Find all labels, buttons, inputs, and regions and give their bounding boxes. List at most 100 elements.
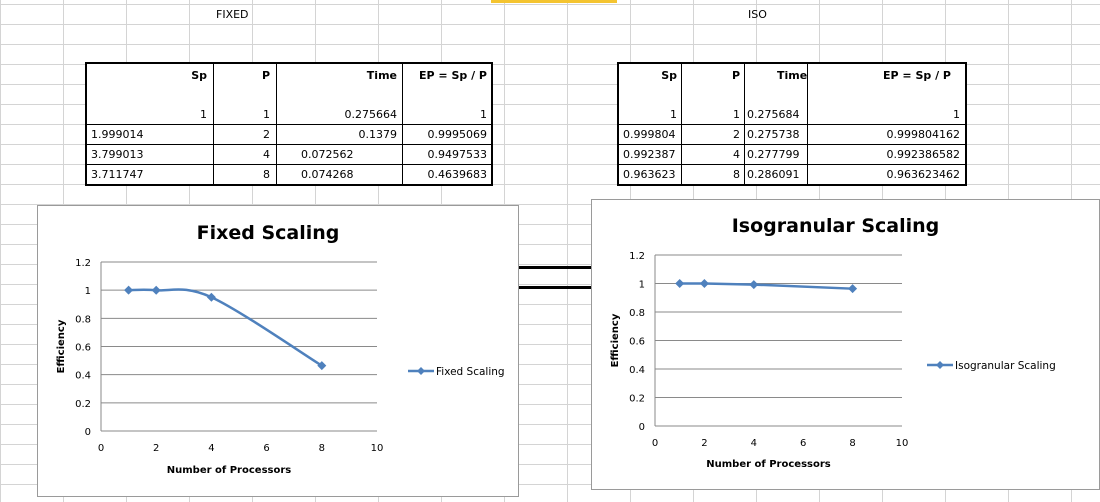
cell-sp[interactable]: 1 bbox=[619, 105, 677, 125]
table-row: 0.999804 2 0.275738 0.999804162 bbox=[619, 125, 965, 145]
cell-sp[interactable]: 0.992387 bbox=[623, 145, 681, 165]
isogranular-scaling-chart[interactable]: Isogranular Scaling 0 0.2 0.4 0.6 0.8 1 1.2 0 2 4 6… bbox=[591, 199, 1100, 490]
cell-p[interactable]: 4 bbox=[214, 145, 270, 165]
selected-cell-indicator[interactable] bbox=[491, 0, 617, 3]
cell-p[interactable]: 8 bbox=[214, 165, 270, 185]
cell-ep[interactable]: 1 bbox=[808, 105, 960, 125]
cell-sp[interactable]: 1.999014 bbox=[91, 125, 207, 145]
y-tick-label: 1 bbox=[639, 280, 645, 291]
x-tick-label: 4 bbox=[751, 438, 757, 449]
cell-sp[interactable]: 3.711747 bbox=[91, 165, 207, 185]
y-tick-label: 0.8 bbox=[629, 308, 645, 319]
y-tick-label: 0 bbox=[639, 422, 645, 433]
header-ep[interactable]: EP = Sp / P bbox=[403, 66, 487, 86]
cell-ep[interactable]: 0.963623462 bbox=[808, 165, 960, 185]
y-tick-label: 1.2 bbox=[629, 251, 645, 262]
x-tick-label: 6 bbox=[800, 438, 806, 449]
legend-marker bbox=[417, 367, 425, 375]
x-axis-label: Number of Processors bbox=[706, 459, 831, 470]
table-row: 3.711747 8 0.074268 0.4639683 bbox=[87, 165, 491, 185]
cell-time[interactable]: 0.275684 bbox=[747, 105, 807, 125]
x-tick-label: 4 bbox=[208, 443, 214, 454]
y-tick-label: 0 bbox=[85, 427, 91, 438]
iso-section-label[interactable]: ISO bbox=[748, 8, 767, 21]
cell-p[interactable]: 2 bbox=[214, 125, 270, 145]
y-tick-label: 0.8 bbox=[75, 314, 91, 325]
header-p[interactable]: P bbox=[214, 66, 270, 86]
table-row: 1 1 0.275664 1 bbox=[87, 105, 491, 125]
cell-p[interactable]: 1 bbox=[682, 105, 740, 125]
table-header-row: Sp P Time EP = Sp / P bbox=[87, 66, 491, 86]
x-tick-label: 8 bbox=[849, 438, 855, 449]
header-sp[interactable]: Sp bbox=[619, 66, 677, 86]
legend-label: Fixed Scaling bbox=[436, 366, 505, 378]
cell-ep[interactable]: 0.992386582 bbox=[808, 145, 960, 165]
cell-time[interactable]: 0.275664 bbox=[277, 105, 398, 125]
header-ep[interactable]: EP = Sp / P bbox=[883, 66, 963, 86]
cell-ep[interactable]: 0.9995069 bbox=[403, 125, 488, 145]
cell-sp[interactable]: 0.963623 bbox=[623, 165, 681, 185]
cell-time[interactable]: 0.072562 bbox=[301, 145, 397, 165]
cell-time[interactable]: 0.074268 bbox=[301, 165, 397, 185]
fixed-section-label[interactable]: FIXED bbox=[216, 8, 249, 21]
cell-sp[interactable]: 0.999804 bbox=[623, 125, 681, 145]
x-tick-label: 2 bbox=[153, 443, 159, 454]
legend-marker bbox=[936, 361, 944, 369]
cell-ep[interactable]: 0.999804162 bbox=[808, 125, 960, 145]
table-row: 0.992387 4 0.277799 0.992386582 bbox=[619, 145, 965, 165]
x-tick-label: 10 bbox=[896, 438, 909, 449]
x-tick-label: 8 bbox=[319, 443, 325, 454]
cell-sp[interactable]: 1 bbox=[87, 105, 207, 125]
header-time[interactable]: Time bbox=[277, 66, 397, 86]
fixed-scaling-chart[interactable]: Fixed Scaling 0 0.2 0.4 0.6 0.8 1 1.2 0 2 4 6 8 10 Num… bbox=[37, 205, 519, 497]
header-p[interactable]: P bbox=[682, 66, 740, 86]
y-tick-label: 0.2 bbox=[75, 399, 91, 410]
data-point-marker bbox=[206, 292, 216, 302]
table-row: 0.963623 8 0.286091 0.963623462 bbox=[619, 165, 965, 185]
table-row: 1 1 0.275684 1 bbox=[619, 105, 965, 125]
y-axis-label: Efficiency bbox=[56, 319, 67, 373]
shape-line-lower[interactable] bbox=[518, 286, 592, 289]
y-tick-label: 0.4 bbox=[75, 371, 91, 382]
table-header-row: Sp P Time EP = Sp / P bbox=[619, 66, 965, 86]
data-point-marker bbox=[848, 284, 858, 294]
isogranular-scaling-plot: Isogranular Scaling 0 0.2 0.4 0.6 0.8 1 1.2 0 2 4 6… bbox=[610, 215, 1056, 470]
data-point-marker bbox=[675, 279, 685, 288]
cell-sp[interactable]: 3.799013 bbox=[91, 145, 207, 165]
header-time[interactable]: Time bbox=[777, 66, 837, 86]
data-point-marker bbox=[151, 285, 161, 295]
y-tick-label: 1 bbox=[85, 286, 91, 297]
x-tick-label: 6 bbox=[263, 443, 269, 454]
x-tick-label: 2 bbox=[701, 438, 707, 449]
cell-time[interactable]: 0.275738 bbox=[747, 125, 807, 145]
table-row: 1.999014 2 0.1379 0.9995069 bbox=[87, 125, 491, 145]
data-point-marker bbox=[749, 280, 759, 290]
y-tick-label: 0.6 bbox=[629, 337, 645, 348]
cell-time[interactable]: 0.1379 bbox=[277, 125, 398, 145]
cell-p[interactable]: 2 bbox=[682, 125, 740, 145]
data-point-marker bbox=[124, 285, 134, 295]
y-tick-label: 0.6 bbox=[75, 343, 91, 354]
fixed-scaling-table[interactable]: Sp P Time EP = Sp / P 1 1 0.275664 1 1.9… bbox=[85, 62, 493, 186]
fixed-scaling-plot: Fixed Scaling 0 0.2 0.4 0.6 0.8 1 1.2 0 2 4 6 8 10 Num… bbox=[56, 222, 505, 476]
chart-title: Isogranular Scaling bbox=[732, 215, 940, 237]
x-tick-label: 0 bbox=[98, 443, 104, 454]
y-tick-label: 0.4 bbox=[629, 365, 645, 376]
legend-label: Isogranular Scaling bbox=[955, 360, 1056, 372]
y-tick-label: 1.2 bbox=[75, 258, 91, 269]
y-axis-label: Efficiency bbox=[610, 313, 621, 367]
y-tick-label: 0.2 bbox=[629, 394, 645, 405]
data-point-marker bbox=[699, 279, 709, 289]
cell-ep[interactable]: 0.9497533 bbox=[403, 145, 488, 165]
header-sp[interactable]: Sp bbox=[87, 66, 207, 86]
cell-p[interactable]: 4 bbox=[682, 145, 740, 165]
cell-ep[interactable]: 0.4639683 bbox=[403, 165, 488, 185]
cell-p[interactable]: 1 bbox=[214, 105, 270, 125]
cell-p[interactable]: 8 bbox=[682, 165, 740, 185]
cell-time[interactable]: 0.286091 bbox=[747, 165, 807, 185]
iso-scaling-table[interactable]: Sp P Time EP = Sp / P 1 1 0.275684 1 0.9… bbox=[617, 62, 967, 186]
chart-title: Fixed Scaling bbox=[197, 222, 340, 244]
cell-ep[interactable]: 1 bbox=[403, 105, 487, 125]
cell-time[interactable]: 0.277799 bbox=[747, 145, 807, 165]
shape-line-upper[interactable] bbox=[518, 266, 592, 269]
